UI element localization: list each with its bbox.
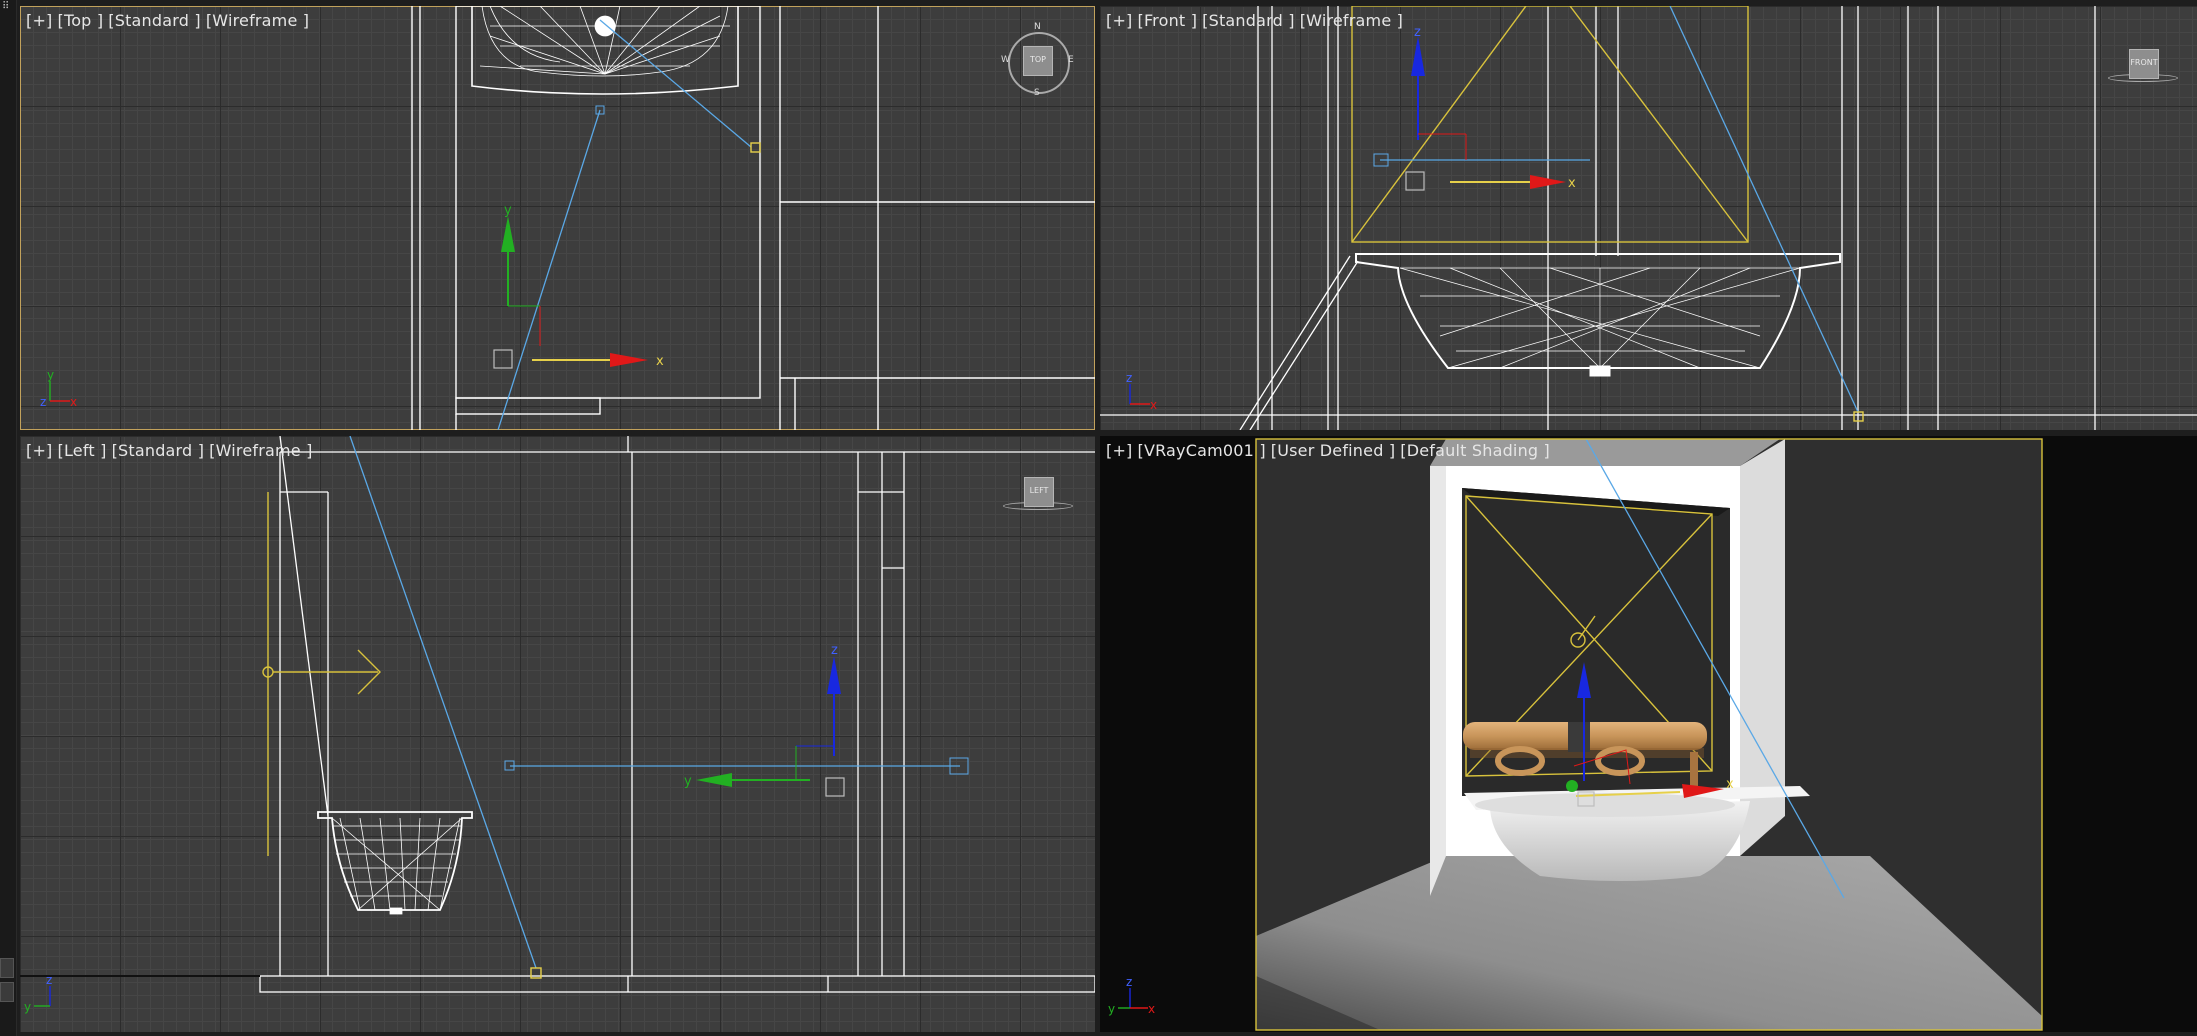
shading-mode-label[interactable]: [User Defined ] bbox=[1271, 441, 1396, 460]
svg-text:x: x bbox=[70, 395, 77, 409]
viewcube[interactable]: FRONT bbox=[2108, 44, 2178, 94]
side-tab[interactable] bbox=[0, 958, 14, 978]
viewport-plus-menu[interactable]: [+] bbox=[1106, 11, 1133, 30]
side-tab[interactable] bbox=[0, 982, 14, 1002]
viewport-plus-menu[interactable]: [+] bbox=[26, 441, 53, 460]
display-mode-label[interactable]: [Wireframe ] bbox=[1300, 11, 1403, 30]
compass-n: N bbox=[1034, 22, 1041, 32]
panel-grip-icon[interactable]: ⠿ bbox=[2, 2, 12, 12]
viewcube[interactable]: LEFT bbox=[1003, 472, 1073, 522]
svg-text:x: x bbox=[656, 354, 664, 369]
tub-wireframe-left bbox=[317, 811, 473, 915]
shading-mode-label[interactable]: [Standard ] bbox=[112, 441, 205, 460]
axis-tripod: y z x bbox=[40, 368, 77, 409]
viewcube-face[interactable]: FRONT bbox=[2129, 49, 2159, 79]
viewcube-face[interactable]: LEFT bbox=[1024, 477, 1054, 507]
svg-text:z: z bbox=[1126, 975, 1132, 989]
transform-gizmo[interactable]: y x bbox=[493, 203, 664, 369]
transform-gizmo[interactable]: z y bbox=[684, 643, 845, 797]
tub-wireframe-front bbox=[1355, 253, 1841, 377]
svg-text:y: y bbox=[47, 368, 54, 382]
light-wireframe-front bbox=[1351, 6, 1749, 243]
display-mode-label[interactable]: [Wireframe ] bbox=[209, 441, 312, 460]
viewport-label-camera: [+] [VRayCam001 ] [User Defined ] [Default … bbox=[1106, 441, 1555, 460]
view-label[interactable]: [Top ] bbox=[58, 11, 104, 30]
view-label[interactable]: [Front ] bbox=[1138, 11, 1198, 30]
svg-text:z: z bbox=[1414, 25, 1421, 40]
display-mode-label[interactable]: [Default Shading ] bbox=[1400, 441, 1550, 460]
svg-text:x: x bbox=[1568, 176, 1576, 191]
view-label[interactable]: [VRayCam001 ] bbox=[1138, 441, 1266, 460]
viewcube-face[interactable]: TOP bbox=[1023, 46, 1053, 76]
viewport-camera[interactable]: x z y x [+] [VRayCam001 ] [User Defined ][… bbox=[1100, 436, 2197, 1032]
svg-text:y: y bbox=[684, 774, 692, 789]
transform-gizmo[interactable]: z x bbox=[1405, 25, 1576, 191]
viewcube-compass[interactable]: TOP N S E W bbox=[1001, 22, 1075, 98]
svg-text:z: z bbox=[40, 395, 46, 409]
viewport-top[interactable]: y x y z x [+] [Top ] [Standard ] [Wireframe… bbox=[20, 6, 1095, 430]
svg-text:z: z bbox=[1126, 371, 1132, 385]
axis-tripod: z y x bbox=[1108, 975, 1155, 1016]
front-scene: z x z x bbox=[1100, 6, 2197, 430]
axis-tripod: z x bbox=[1126, 371, 1157, 412]
viewport-plus-menu[interactable]: [+] bbox=[26, 11, 53, 30]
axis-tripod: z y bbox=[24, 973, 52, 1014]
viewport-label-left: [+] [Left ] [Standard ] [Wireframe ] bbox=[26, 441, 318, 460]
svg-text:y: y bbox=[24, 1000, 31, 1014]
view-label[interactable]: [Left ] bbox=[58, 441, 107, 460]
display-mode-label[interactable]: [Wireframe ] bbox=[206, 11, 309, 30]
svg-text:z: z bbox=[831, 643, 838, 658]
svg-text:y: y bbox=[1108, 1002, 1115, 1016]
compass-s: S bbox=[1034, 88, 1040, 98]
viewport-label-top: [+] [Top ] [Standard ] [Wireframe ] bbox=[26, 11, 314, 30]
compass-w: W bbox=[1001, 55, 1010, 65]
shading-mode-label[interactable]: [Standard ] bbox=[108, 11, 201, 30]
left-scene: z y z y bbox=[20, 436, 1095, 1014]
camera-scene: x z y x bbox=[1108, 438, 2043, 1031]
shading-mode-label[interactable]: [Standard ] bbox=[1202, 11, 1295, 30]
svg-text:y: y bbox=[504, 203, 512, 218]
left-toolbar-strip: ⠿ bbox=[0, 0, 17, 1036]
viewport-plus-menu[interactable]: [+] bbox=[1106, 441, 1133, 460]
viewport-front[interactable]: z x z x [+] [Front ] [Standard ] [Wireframe… bbox=[1100, 6, 2197, 430]
top-scene: y x y z x bbox=[40, 6, 1095, 430]
svg-text:x: x bbox=[1726, 777, 1734, 792]
svg-text:z: z bbox=[46, 973, 52, 987]
viewport-label-front: [+] [Front ] [Standard ] [Wireframe ] bbox=[1106, 11, 1408, 30]
svg-text:x: x bbox=[1148, 1002, 1155, 1016]
svg-text:x: x bbox=[1150, 398, 1157, 412]
tub-wireframe-top bbox=[471, 6, 739, 95]
viewport-left[interactable]: z y z y [+] [Left ] [Standard ] [Wireframe … bbox=[20, 436, 1095, 1032]
compass-e: E bbox=[1068, 55, 1074, 65]
